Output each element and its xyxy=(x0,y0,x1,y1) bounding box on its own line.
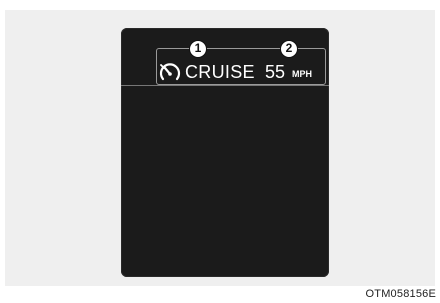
display-divider xyxy=(121,85,329,86)
set-speed-value: 55 xyxy=(265,62,286,82)
cruise-label: CRUISE xyxy=(185,62,255,82)
cluster-display: CRUISE 55 MPH xyxy=(121,28,329,277)
cruise-control-icon xyxy=(159,63,181,81)
callout-marker-2: 2 xyxy=(280,40,298,58)
callout-marker-1: 1 xyxy=(189,40,207,58)
figure-code: OTM058156E xyxy=(365,288,436,300)
speed-unit-label: MPH xyxy=(292,69,312,79)
